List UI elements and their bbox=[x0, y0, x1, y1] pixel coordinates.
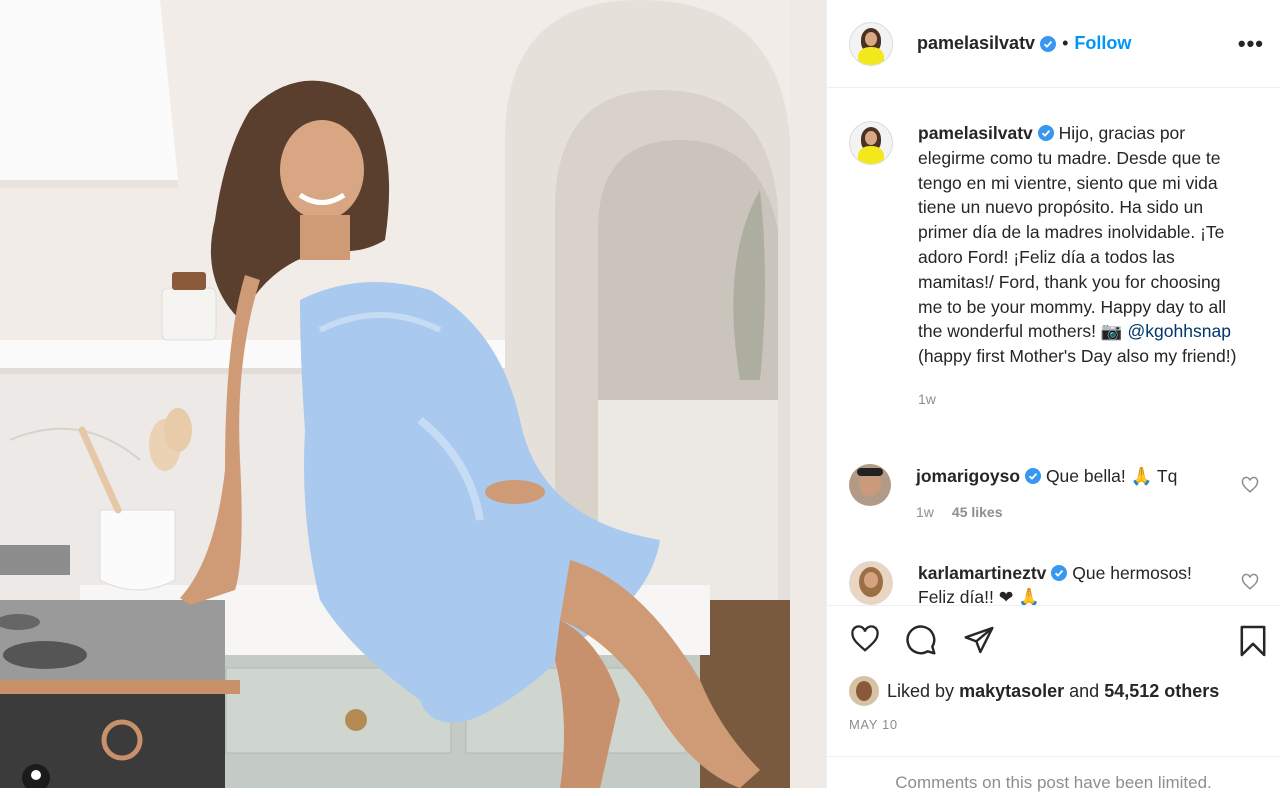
caption-username[interactable]: pamelasilvatv bbox=[918, 123, 1033, 143]
verified-badge-icon bbox=[1025, 468, 1042, 484]
likes-summary: Liked by makytasoler and 54,512 others bbox=[849, 676, 1219, 706]
verified-badge-icon bbox=[1037, 125, 1054, 141]
comment-bubble-icon[interactable] bbox=[905, 624, 937, 656]
likes-others[interactable]: 54,512 others bbox=[1104, 681, 1219, 702]
caption-timestamp[interactable]: 1w bbox=[918, 387, 1248, 412]
comment-username[interactable]: karlamartineztv bbox=[918, 563, 1046, 583]
verified-badge-icon bbox=[1051, 565, 1068, 581]
liker-avatar[interactable] bbox=[849, 676, 879, 706]
author-avatar[interactable] bbox=[849, 21, 893, 66]
save-bookmark-icon[interactable] bbox=[1239, 624, 1267, 658]
post-photo[interactable] bbox=[0, 0, 826, 788]
tagged-user-icon[interactable] bbox=[22, 764, 50, 788]
comments-limited-notice: Comments on this post have been limited. bbox=[827, 756, 1280, 796]
comments-area[interactable]: pamelasilvatv Hijo, gracias por elegirme… bbox=[827, 89, 1280, 605]
author-username[interactable]: pamelasilvatv bbox=[917, 33, 1035, 54]
comment-item: karlamartineztv Que hermosos! Feliz día!… bbox=[849, 561, 1259, 605]
likes-prefix: Liked by bbox=[887, 680, 955, 701]
caption-mention[interactable]: @kgohhsnap bbox=[1128, 321, 1231, 341]
separator-dot: • bbox=[1062, 33, 1069, 53]
caption-text-end: (happy first Mother's Day also my friend… bbox=[918, 346, 1237, 367]
commenter-avatar[interactable] bbox=[849, 561, 893, 605]
likes-middle: and bbox=[1069, 680, 1100, 701]
more-options-button[interactable]: ••• bbox=[1238, 31, 1264, 57]
post-side-panel: pamelasilvatv • Follow ••• pamelasilvatv… bbox=[826, 0, 1280, 792]
comment-text: Que bella! 🙏 Tq bbox=[1045, 466, 1178, 486]
post-header: pamelasilvatv • Follow ••• bbox=[827, 0, 1280, 88]
caption-avatar[interactable] bbox=[849, 121, 893, 165]
comment-like-icon[interactable] bbox=[1241, 476, 1259, 494]
post-actions: Liked by makytasoler and 54,512 others M… bbox=[827, 605, 1280, 792]
follow-button[interactable]: Follow bbox=[1074, 33, 1131, 54]
comment-item: jomarigoyso Que bella! 🙏 Tq 1w 45 likes bbox=[849, 464, 1259, 524]
post-caption: pamelasilvatv Hijo, gracias por elegirme… bbox=[849, 121, 1248, 412]
share-paper-plane-icon[interactable] bbox=[963, 624, 995, 656]
comment-username[interactable]: jomarigoyso bbox=[916, 466, 1020, 486]
verified-badge-icon bbox=[1040, 35, 1057, 52]
like-heart-icon[interactable] bbox=[849, 624, 881, 654]
comment-like-icon[interactable] bbox=[1241, 573, 1259, 591]
post-date[interactable]: MAY 10 bbox=[849, 717, 898, 732]
photo-illustration bbox=[0, 0, 826, 788]
commenter-avatar[interactable] bbox=[849, 464, 891, 506]
caption-text: Hijo, gracias por elegirme como tu madre… bbox=[918, 123, 1226, 342]
liker-username[interactable]: makytasoler bbox=[959, 681, 1064, 702]
comment-timestamp[interactable]: 1w bbox=[916, 504, 934, 520]
comment-likes[interactable]: 45 likes bbox=[952, 504, 1003, 520]
